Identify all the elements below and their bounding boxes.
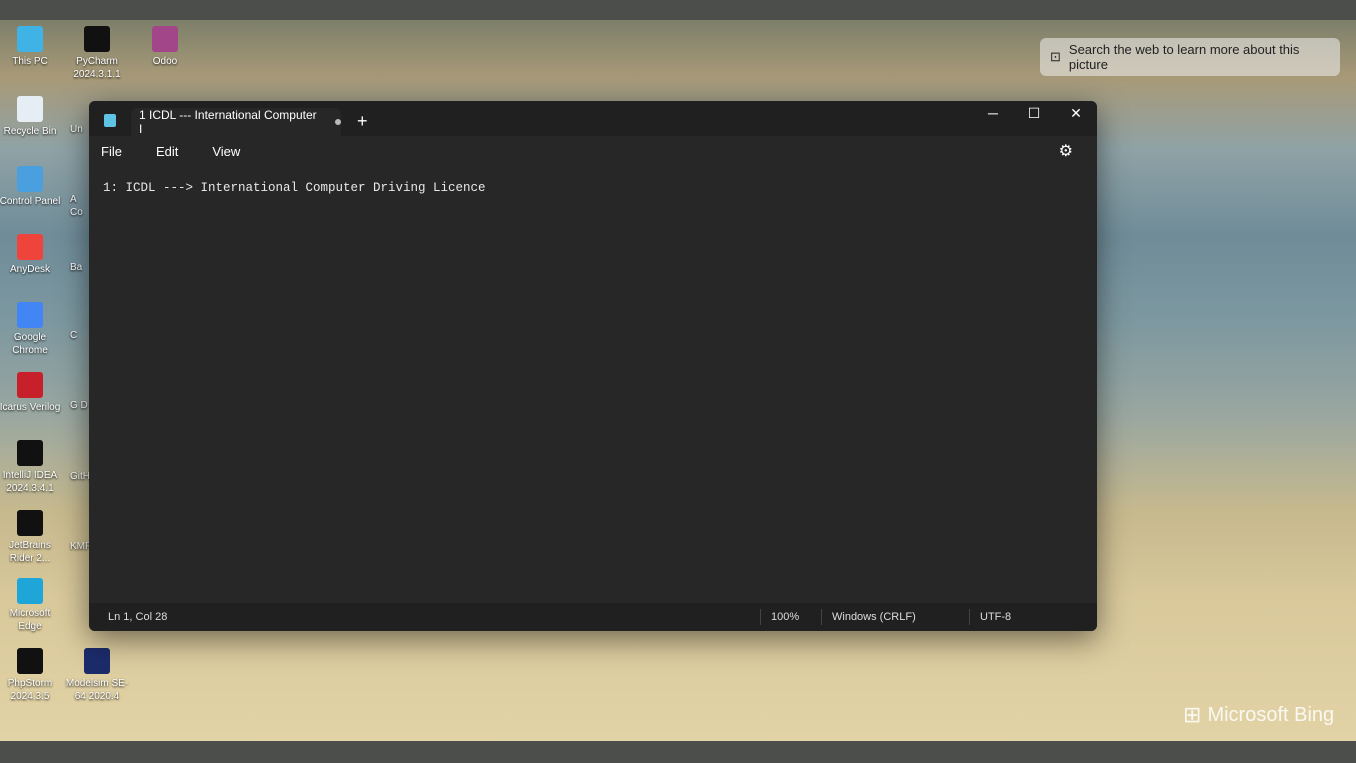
visual-search-icon: ⊡ — [1050, 49, 1061, 64]
desktop-icon-label: Microsoft Edge — [9, 608, 51, 632]
desktop-icon[interactable]: IntelliJ IDEA 2024.3.4.1 — [0, 440, 63, 495]
partial-desktop-icon-label[interactable]: G D — [70, 399, 90, 412]
desktop-icon[interactable]: Control Panel — [0, 166, 63, 208]
desktop-icon[interactable]: PyCharm 2024.3.1.1 — [64, 26, 130, 81]
partial-desktop-icon-label[interactable]: GitH — [70, 470, 90, 483]
new-tab-button[interactable]: + — [357, 111, 368, 132]
partial-desktop-icon-label[interactable]: Un — [70, 123, 90, 136]
notepad-app-icon — [104, 114, 116, 127]
line-ending[interactable]: Windows (CRLF) — [832, 611, 916, 623]
menu-view[interactable]: View — [212, 144, 250, 159]
app-icon — [17, 578, 43, 604]
partial-desktop-icon-label[interactable]: A Co — [70, 193, 90, 219]
menu-edit[interactable]: Edit — [156, 144, 188, 159]
bing-logo: ⊞ Microsoft Bing — [1183, 702, 1335, 727]
desktop-icon-label: Icarus Verilog — [0, 402, 61, 413]
bing-search-picture-button[interactable]: ⊡ Search the web to learn more about thi… — [1040, 38, 1340, 76]
app-icon — [17, 96, 43, 122]
zoom-level[interactable]: 100% — [771, 611, 799, 623]
desktop-icon-label: Google Chrome — [12, 332, 48, 356]
windows-logo-icon: ⊞ — [1183, 702, 1202, 727]
top-bar — [0, 0, 1356, 20]
notepad-window: 1 ICDL --- International Computer I + ─ … — [89, 101, 1097, 631]
minimize-button[interactable]: ─ — [978, 105, 1008, 121]
tab-document[interactable]: 1 ICDL --- International Computer I — [131, 108, 341, 136]
desktop-icon-label: Recycle Bin — [3, 126, 57, 137]
desktop-icon-label: PyCharm 2024.3.1.1 — [73, 56, 121, 80]
app-icon — [17, 648, 43, 674]
menu-file[interactable]: File — [101, 144, 132, 159]
app-icon — [17, 234, 43, 260]
desktop-icon[interactable]: Odoo — [132, 26, 198, 68]
encoding[interactable]: UTF-8 — [980, 611, 1011, 623]
maximize-button[interactable]: ☐ — [1019, 105, 1049, 122]
app-icon — [152, 26, 178, 52]
app-icon — [17, 510, 43, 536]
app-icon — [17, 166, 43, 192]
desktop-icon[interactable]: This PC — [0, 26, 63, 68]
app-icon — [84, 26, 110, 52]
cursor-position: Ln 1, Col 28 — [108, 611, 168, 623]
menu-bar: File Edit View ⚙ — [89, 136, 1097, 166]
desktop-icon-label: PhpStorm 2024.3.5 — [7, 678, 53, 702]
desktop-icon-label: Odoo — [152, 56, 178, 67]
text-editor[interactable]: 1: ICDL ---> International Computer Driv… — [89, 171, 1097, 603]
desktop-icon-label: Modelsim SE-64 2020.4 — [65, 678, 129, 702]
desktop-icon-label: Control Panel — [0, 196, 61, 207]
desktop-icon-label: AnyDesk — [9, 264, 50, 275]
desktop-icon[interactable]: Icarus Verilog — [0, 372, 63, 414]
desktop-icon[interactable]: JetBrains Rider 2... — [0, 510, 63, 565]
status-bar: Ln 1, Col 28 100% Windows (CRLF) UTF-8 — [89, 603, 1097, 631]
desktop-icon-label: IntelliJ IDEA 2024.3.4.1 — [2, 470, 58, 494]
desktop-icon[interactable]: Modelsim SE-64 2020.4 — [64, 648, 130, 703]
app-icon — [84, 648, 110, 674]
partial-desktop-icon-label[interactable]: KMP — [70, 540, 92, 553]
unsaved-indicator-icon — [335, 119, 341, 125]
close-button[interactable]: ✕ — [1061, 105, 1091, 122]
desktop-icon[interactable]: Google Chrome — [0, 302, 63, 357]
app-icon — [17, 26, 43, 52]
title-bar[interactable]: 1 ICDL --- International Computer I + ─ … — [89, 101, 1097, 136]
desktop-icon[interactable]: PhpStorm 2024.3.5 — [0, 648, 63, 703]
desktop-icon-label: This PC — [12, 56, 48, 67]
desktop-icon[interactable]: AnyDesk — [0, 234, 63, 276]
desktop-icon[interactable]: Microsoft Edge — [0, 578, 63, 633]
app-icon — [17, 440, 43, 466]
settings-icon[interactable]: ⚙ — [1059, 141, 1083, 161]
bottom-bar — [0, 741, 1356, 763]
desktop-icon-label: JetBrains Rider 2... — [9, 540, 51, 564]
desktop-icon[interactable]: Recycle Bin — [0, 96, 63, 138]
partial-desktop-icon-label[interactable]: Ba — [70, 261, 90, 274]
app-icon — [17, 372, 43, 398]
partial-desktop-icon-label[interactable]: C — [70, 329, 90, 342]
app-icon — [17, 302, 43, 328]
